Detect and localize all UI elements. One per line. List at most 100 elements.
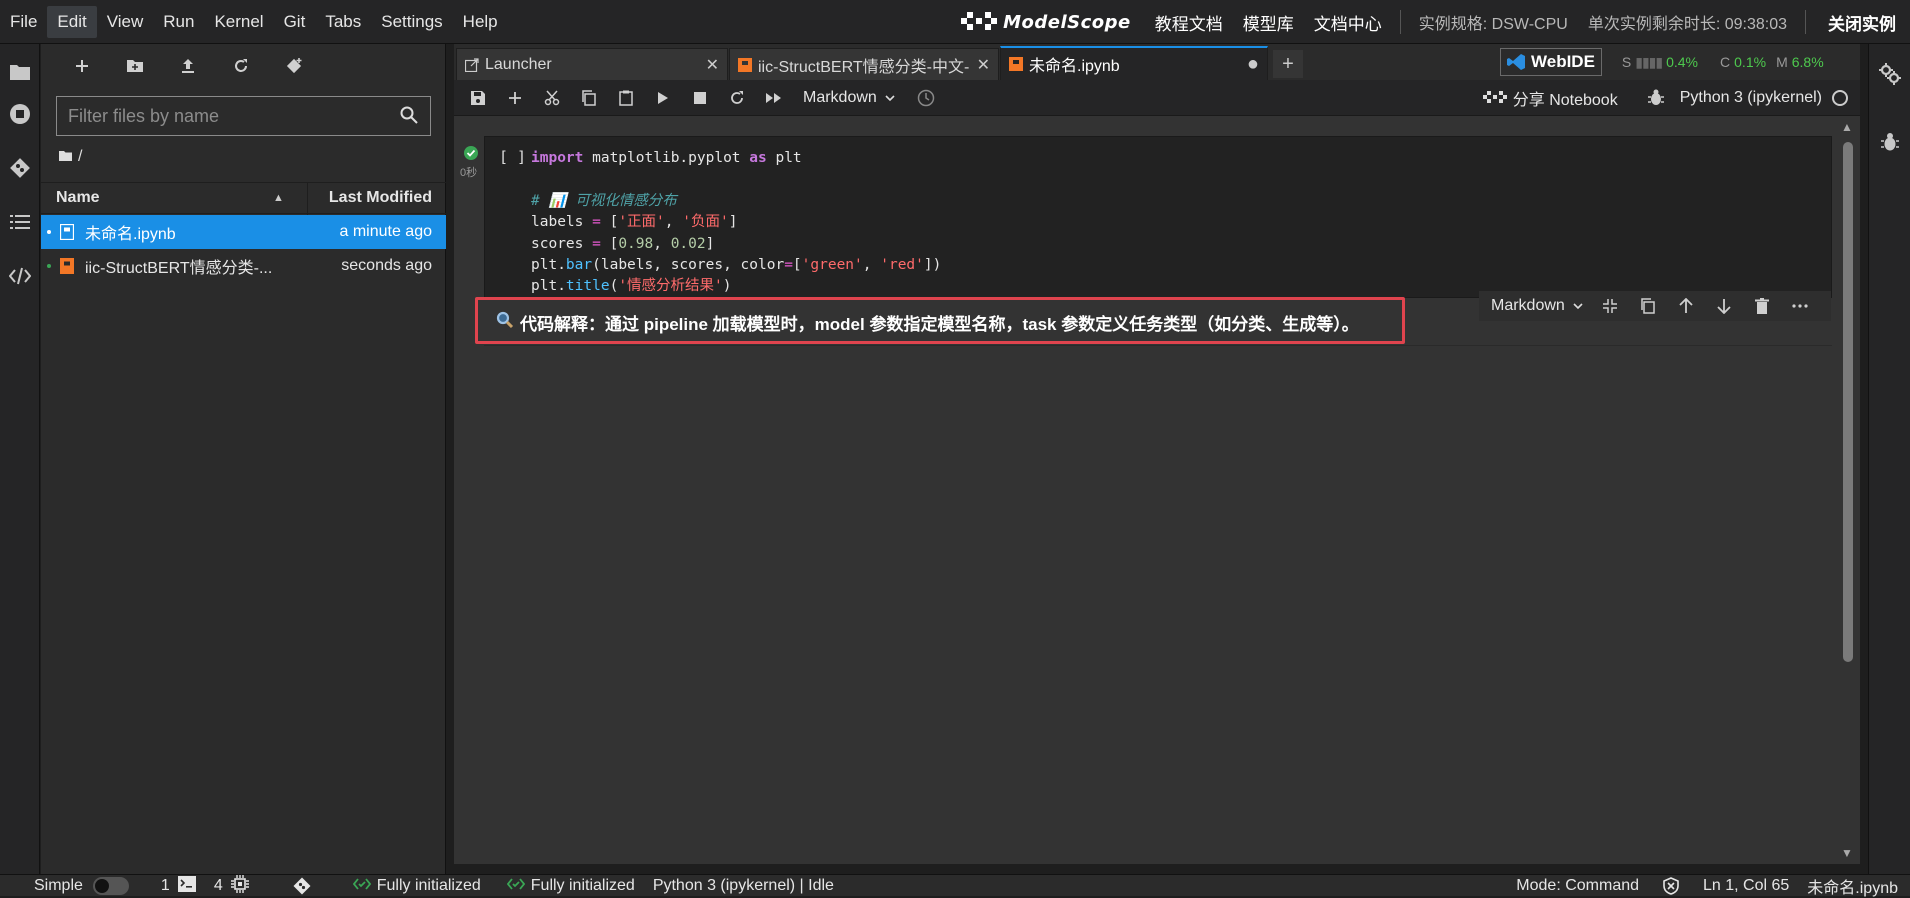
link-doc-center[interactable]: 文档中心 — [1314, 10, 1382, 35]
notebook-icon — [1009, 57, 1023, 71]
close-icon[interactable]: ✕ — [706, 55, 719, 75]
menu-view[interactable]: View — [97, 6, 154, 38]
webide-button[interactable]: WebIDE — [1500, 48, 1602, 76]
cell-type-label: Markdown — [1491, 297, 1565, 314]
collapse-icon[interactable] — [1599, 295, 1621, 317]
modelscope-logo[interactable]: ModelScope — [961, 12, 1131, 33]
restart-icon[interactable] — [724, 85, 750, 111]
kernel-count[interactable]: 4 — [213, 874, 249, 898]
code-check-icon — [352, 877, 371, 896]
lsp-status-label: Fully initialized — [376, 877, 481, 894]
kernel-status[interactable]: Python 3 (ipykernel) | Idle — [653, 877, 834, 895]
folder-icon[interactable] — [59, 148, 72, 166]
add-cell-icon[interactable] — [502, 85, 528, 111]
git-icon[interactable] — [6, 154, 34, 182]
menu-kernel[interactable]: Kernel — [204, 6, 273, 38]
more-options-icon[interactable] — [1789, 295, 1811, 317]
upload-icon[interactable] — [175, 53, 201, 79]
move-up-icon[interactable] — [1675, 295, 1697, 317]
code-editor[interactable]: import matplotlib.pyplot as plt # 📊 可视化情… — [531, 148, 941, 319]
lsp-status[interactable]: Fully initialized — [506, 877, 635, 896]
table-of-contents-icon[interactable] — [6, 208, 34, 236]
scrollbar-thumb[interactable] — [1843, 142, 1853, 662]
toggle-switch[interactable] — [92, 877, 129, 895]
menu-settings[interactable]: Settings — [371, 6, 452, 38]
status-bar-right: Mode: Command Ln 1, Col 65 未命名.ipynb — [1516, 875, 1898, 897]
cell-type-dropdown[interactable]: Markdown — [803, 89, 895, 107]
kernel-name[interactable]: Python 3 (ipykernel) — [1680, 89, 1822, 107]
refresh-icon[interactable] — [228, 53, 254, 79]
move-down-icon[interactable] — [1713, 295, 1735, 317]
code-cell[interactable]: [ ] import matplotlib.pyplot as plt # 📊 … — [484, 136, 1832, 316]
webide-label: WebIDE — [1531, 52, 1595, 71]
scroll-down-icon[interactable]: ▼ — [1841, 846, 1853, 860]
menu-git[interactable]: Git — [274, 6, 316, 38]
delete-icon[interactable] — [1751, 295, 1773, 317]
code-snippets-icon[interactable] — [6, 262, 34, 290]
add-tab-button[interactable]: + — [1273, 50, 1303, 78]
scroll-up-icon[interactable]: ▲ — [1841, 120, 1853, 134]
close-instance-button[interactable]: 关闭实例 — [1814, 10, 1910, 35]
cell-type-dropdown[interactable]: Markdown — [1491, 297, 1583, 315]
file-browser: / Name ▲ Last Modified 未命名.ipynb a minut… — [41, 44, 446, 874]
column-name[interactable]: Name — [56, 189, 100, 207]
menu-run[interactable]: Run — [153, 6, 204, 38]
save-icon[interactable] — [465, 85, 491, 111]
execution-time: 0秒 — [460, 167, 478, 179]
column-last-modified[interactable]: Last Modified — [329, 189, 432, 207]
copy-icon[interactable] — [576, 85, 602, 111]
kernel-count-value: 4 — [213, 877, 223, 894]
tab-untitled-notebook[interactable]: 未命名.ipynb ● — [1000, 46, 1268, 80]
search-icon[interactable] — [400, 106, 420, 126]
lsp-status[interactable]: Fully initialized — [352, 877, 481, 896]
run-icon[interactable] — [650, 85, 676, 111]
new-launcher-icon[interactable] — [69, 53, 95, 79]
tab-launcher[interactable]: Launcher ✕ — [456, 48, 728, 80]
duplicate-icon[interactable] — [1637, 295, 1659, 317]
file-modified: seconds ago — [341, 257, 432, 274]
link-tutorials[interactable]: 教程文档 — [1155, 10, 1223, 35]
property-inspector-icon[interactable] — [1876, 60, 1904, 88]
file-filter-input[interactable] — [57, 104, 400, 128]
new-folder-icon[interactable] — [122, 53, 148, 79]
trusted-shield-icon[interactable] — [1663, 877, 1679, 895]
main-menu: File Edit View Run Kernel Git Tabs Setti… — [0, 5, 508, 38]
share-notebook-button[interactable]: 分享 Notebook — [1482, 86, 1618, 110]
notebook-icon — [60, 258, 74, 274]
stop-icon[interactable] — [687, 85, 713, 111]
file-row[interactable]: iic-StructBERT情感分类-... seconds ago — [41, 249, 446, 283]
file-row[interactable]: 未命名.ipynb a minute ago — [41, 215, 446, 249]
column-divider[interactable] — [307, 183, 308, 215]
debugger-icon[interactable] — [1876, 128, 1904, 156]
fast-forward-icon[interactable] — [761, 85, 787, 111]
folder-icon[interactable] — [6, 58, 34, 86]
notebook-mode[interactable]: Mode: Command — [1516, 877, 1639, 895]
simple-mode-toggle[interactable]: Simple — [34, 877, 129, 895]
close-icon[interactable]: ✕ — [977, 55, 990, 75]
menu-file[interactable]: File — [0, 6, 47, 38]
code-check-icon — [506, 877, 525, 896]
modelscope-share-icon — [1482, 91, 1507, 103]
tab-notebook-structbert[interactable]: iic-StructBERT情感分类-中文- ✕ — [729, 48, 999, 80]
metric-memory: M 6.8% — [1776, 54, 1824, 70]
git-status-icon[interactable] — [293, 877, 311, 895]
cut-icon[interactable] — [539, 85, 565, 111]
sort-asc-icon[interactable]: ▲ — [273, 192, 284, 204]
menu-help[interactable]: Help — [453, 6, 508, 38]
paste-icon[interactable] — [613, 85, 639, 111]
unsaved-dot-icon[interactable]: ● — [1247, 53, 1259, 76]
menu-tabs[interactable]: Tabs — [315, 6, 371, 38]
git-clone-icon[interactable] — [281, 53, 307, 79]
markdown-rendered-text: 代码解释：通过 pipeline 加载模型时，model 参数指定模型名称，ta… — [496, 310, 1359, 335]
logo-text: ModelScope — [1003, 11, 1131, 33]
breadcrumb-root[interactable]: / — [78, 148, 82, 166]
history-icon[interactable] — [913, 85, 939, 111]
simple-mode-label: Simple — [34, 877, 83, 894]
debugger-icon[interactable] — [1647, 89, 1666, 107]
vertical-scrollbar[interactable]: ▲ ▼ — [1838, 116, 1860, 864]
menu-edit[interactable]: Edit — [47, 5, 97, 38]
link-model-library[interactable]: 模型库 — [1243, 10, 1294, 35]
terminal-count[interactable]: 1 — [161, 875, 196, 897]
cursor-position[interactable]: Ln 1, Col 65 — [1703, 877, 1789, 895]
running-sessions-icon[interactable] — [6, 100, 34, 128]
